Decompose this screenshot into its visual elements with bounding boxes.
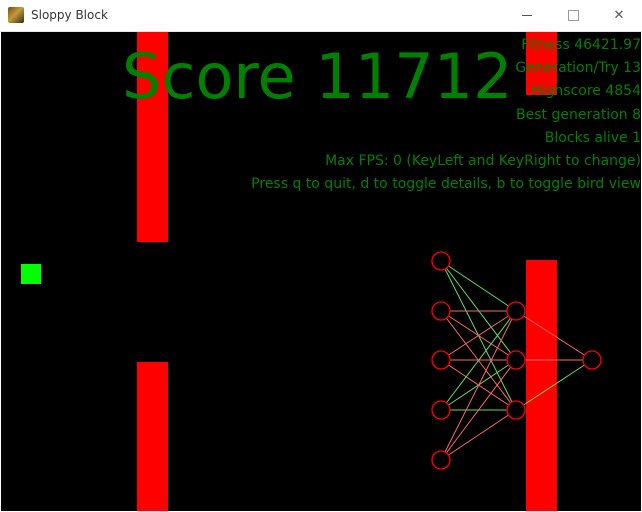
hidden-neuron (506, 301, 526, 321)
output-neuron (582, 350, 602, 370)
maximize-icon (567, 10, 579, 21)
fitness-text: Fitness 46421.97 (521, 37, 641, 53)
highscore-text: Highscore 4854 (531, 83, 641, 100)
maximize-button[interactable] (550, 0, 596, 31)
input-neuron (431, 350, 451, 370)
hidden-neuron (506, 350, 526, 370)
input-neuron (431, 450, 451, 470)
network-connection (440, 310, 517, 461)
input-neuron (431, 301, 451, 321)
close-button[interactable]: ✕ (596, 0, 642, 31)
network-connection (515, 359, 593, 411)
blocks-alive-text: Blocks alive 1 (544, 129, 641, 146)
stats-panel: Fitness 46421.97 Generation/Try 13 Highs… (251, 34, 641, 196)
input-neuron (431, 400, 451, 420)
game-canvas[interactable]: Score 11712 Fitness 46421.97 Generation/… (1, 32, 641, 511)
network-connection (440, 409, 517, 461)
network-connection (440, 260, 517, 312)
best-generation-text: Best generation 8 (516, 106, 641, 123)
window-titlebar[interactable]: Sloppy Block ✕ (0, 0, 642, 32)
app-icon (8, 7, 24, 23)
close-icon: ✕ (613, 8, 625, 23)
help-text: Press q to quit, d to toggle details, b … (251, 176, 641, 193)
input-neuron (431, 251, 451, 271)
window-title: Sloppy Block (31, 8, 108, 22)
hidden-neuron (506, 400, 526, 420)
minimize-button[interactable] (504, 0, 550, 31)
generation-text: Generation/Try 13 (515, 60, 641, 77)
network-connection (515, 310, 593, 361)
max-fps-text: Max FPS: 0 (KeyLeft and KeyRight to chan… (325, 152, 641, 169)
minimize-icon (522, 15, 532, 16)
